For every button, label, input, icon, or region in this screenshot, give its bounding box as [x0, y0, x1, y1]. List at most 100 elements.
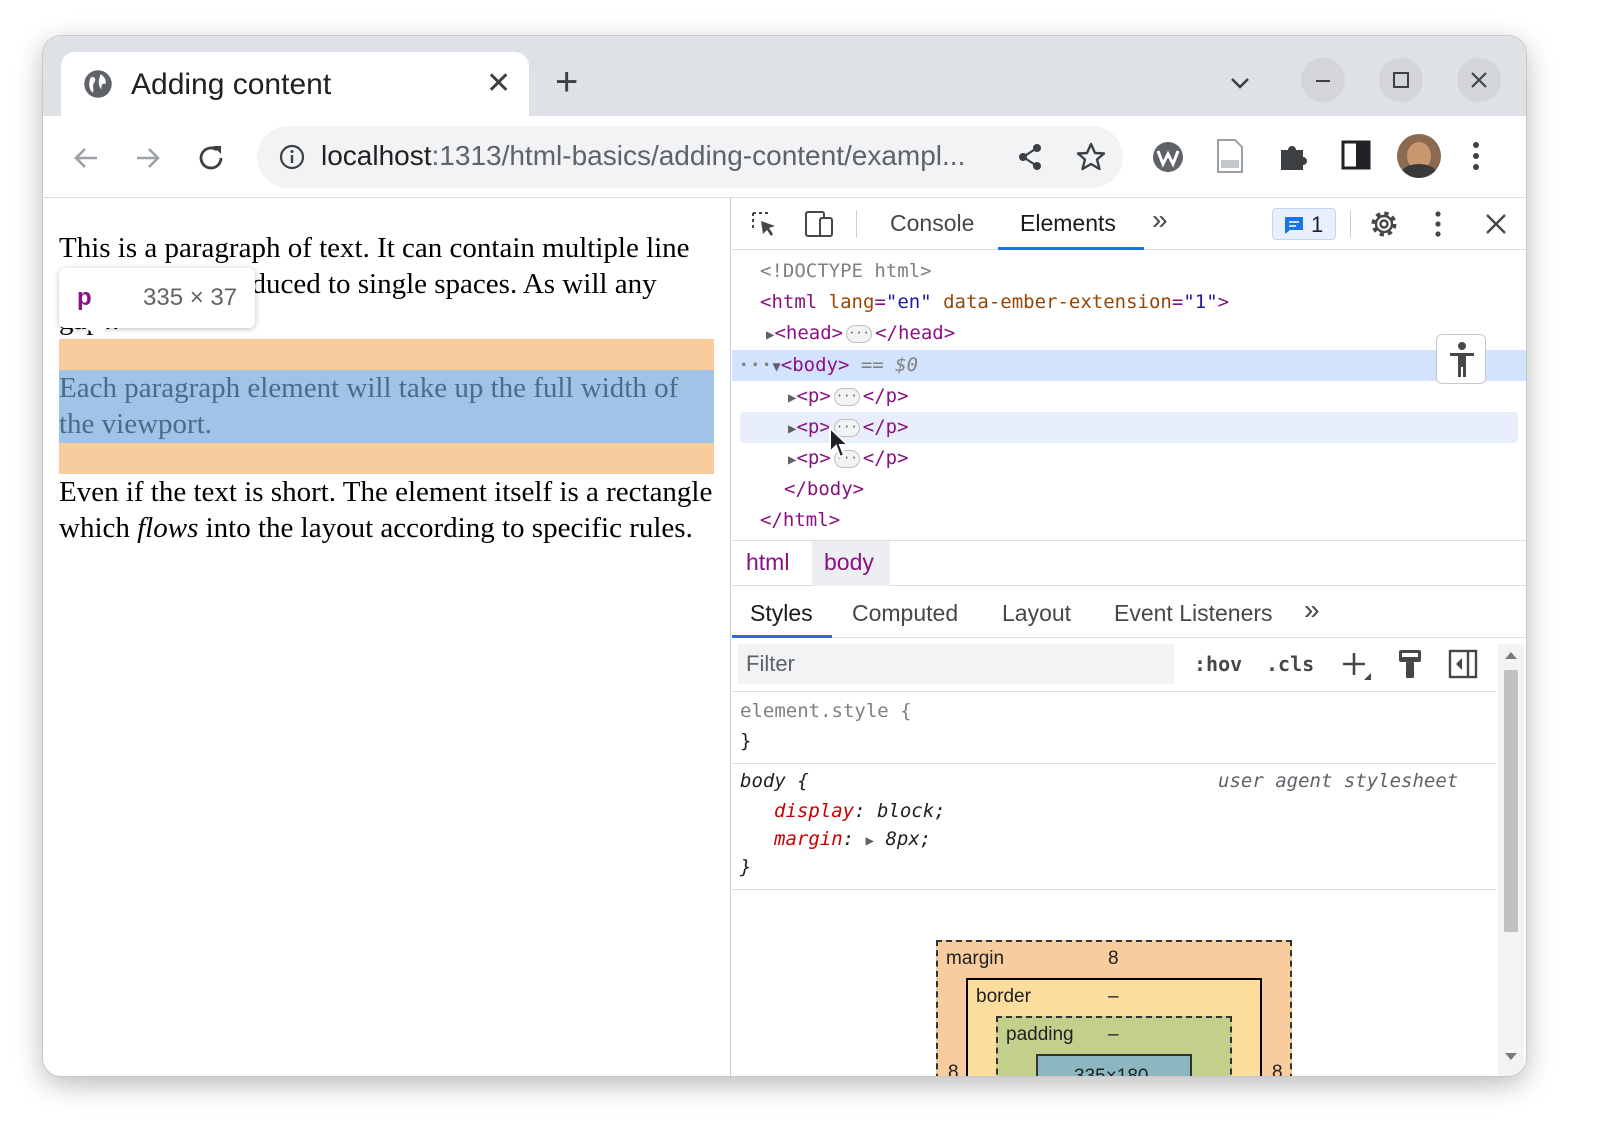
- node-actions-icon[interactable]: ···: [738, 354, 772, 376]
- tab-styles[interactable]: Styles: [750, 600, 813, 627]
- body-open-tag: <body>: [780, 354, 850, 376]
- issues-badge[interactable]: 1: [1272, 208, 1336, 240]
- attr-lang-value: "en": [885, 291, 932, 313]
- scrollbar-thumb[interactable]: [1504, 670, 1518, 932]
- scroll-up-icon[interactable]: [1504, 650, 1518, 660]
- share-icon[interactable]: [1015, 142, 1045, 172]
- dom-p-node[interactable]: ▶<p> ··· </p>: [788, 381, 909, 412]
- paragraph-2: Each paragraph element will take up the …: [59, 372, 679, 440]
- tab-layout[interactable]: Layout: [1002, 600, 1071, 627]
- document-icon[interactable]: [1215, 138, 1245, 174]
- margin-top-value[interactable]: 8: [1108, 948, 1119, 970]
- gear-icon[interactable]: [1368, 208, 1400, 240]
- device-toolbar-icon[interactable]: [802, 210, 836, 238]
- more-tabs-icon[interactable]: »: [1152, 204, 1168, 236]
- star-icon[interactable]: [1075, 141, 1107, 173]
- hov-button[interactable]: :hov: [1194, 652, 1242, 676]
- ellipsis-badge[interactable]: ···: [846, 324, 873, 343]
- info-icon[interactable]: [279, 144, 305, 170]
- extension-w-icon[interactable]: [1151, 140, 1185, 174]
- new-style-rule-icon[interactable]: [1340, 650, 1372, 682]
- reload-icon[interactable]: [195, 142, 227, 174]
- scroll-down-icon[interactable]: [1504, 1052, 1518, 1062]
- new-tab-button[interactable]: +: [555, 62, 578, 102]
- maximize-icon: [1393, 72, 1409, 88]
- toggle-sidebar-icon[interactable]: [1448, 648, 1478, 680]
- browser-window: Adding content ✕ + localhost:1313/html-b…: [43, 36, 1526, 1076]
- element-style-rule[interactable]: element.style { }: [732, 692, 1496, 764]
- close-window-button[interactable]: [1457, 58, 1501, 102]
- inspect-tooltip: p 335 × 37: [59, 268, 255, 338]
- body-selector: body {: [740, 770, 809, 792]
- tab-computed[interactable]: Computed: [852, 600, 958, 627]
- tab-event-listeners[interactable]: Event Listeners: [1114, 600, 1273, 627]
- breadcrumb-html[interactable]: html: [746, 549, 789, 576]
- tab-console[interactable]: Console: [890, 210, 974, 237]
- body-style-rule[interactable]: body { user agent stylesheet display: bl…: [732, 764, 1496, 890]
- head-open-tag: <head>: [774, 322, 844, 344]
- more-vert-icon[interactable]: [1471, 140, 1481, 172]
- devtools-menu-icon[interactable]: [1434, 210, 1442, 238]
- p-open-tag: <p>: [796, 447, 831, 469]
- minimize-button[interactable]: [1301, 58, 1345, 102]
- browser-toolbar: localhost:1313/html-basics/adding-conten…: [43, 116, 1526, 198]
- dom-html-node[interactable]: <html lang="en" data-ember-extension="1"…: [760, 287, 1229, 318]
- avatar[interactable]: [1397, 134, 1441, 178]
- dom-html-close[interactable]: </html>: [760, 505, 840, 536]
- inspect-element-icon[interactable]: [750, 210, 778, 238]
- breadcrumb-body[interactable]: body: [824, 549, 874, 576]
- tab-close-icon[interactable]: ✕: [486, 69, 511, 99]
- tab-elements[interactable]: Elements: [1020, 210, 1116, 237]
- url-host: localhost: [321, 140, 432, 171]
- expand-shorthand-icon[interactable]: ▶: [866, 833, 874, 849]
- accessibility-tree-button[interactable]: [1436, 334, 1486, 384]
- tooltip-tag: p: [77, 284, 92, 311]
- element-style-text: element.style {: [740, 700, 912, 722]
- address-bar[interactable]: localhost:1313/html-basics/adding-conten…: [257, 126, 1123, 188]
- collapse-triangle-icon[interactable]: ▼: [772, 359, 780, 375]
- dom-head-node[interactable]: ▶<head> ··· </head>: [766, 318, 955, 349]
- filter-input[interactable]: [738, 644, 1174, 684]
- padding-label: padding: [1006, 1024, 1074, 1045]
- margin-right-value[interactable]: 8: [1272, 1062, 1283, 1076]
- border-top-value[interactable]: –: [1108, 986, 1119, 1008]
- dom-body-node[interactable]: ···▼<body> == $0: [738, 350, 918, 381]
- ellipsis-badge[interactable]: ···: [833, 387, 860, 406]
- forward-arrow-icon[interactable]: [133, 143, 163, 173]
- back-arrow-icon[interactable]: [71, 143, 101, 173]
- dom-body-close[interactable]: </body>: [784, 474, 864, 505]
- body-rule-close: }: [740, 856, 752, 878]
- browser-tab[interactable]: Adding content ✕: [61, 52, 529, 116]
- border-label: border: [976, 986, 1031, 1007]
- chevron-down-icon[interactable]: [1229, 72, 1251, 94]
- side-panel-icon[interactable]: [1341, 140, 1371, 170]
- styles-subtabs: Styles Computed Layout Event Listeners »: [732, 588, 1526, 638]
- styles-scrollbar[interactable]: [1498, 644, 1524, 1076]
- colon: :: [842, 828, 855, 850]
- display-declaration[interactable]: display: block;: [774, 800, 946, 822]
- more-subtabs-icon[interactable]: »: [1304, 594, 1320, 626]
- paint-brush-icon[interactable]: [1396, 648, 1424, 680]
- margin-left-value[interactable]: 8: [948, 1062, 959, 1076]
- tooltip-size: 335 × 37: [143, 284, 238, 311]
- dom-doctype[interactable]: <!DOCTYPE html>: [760, 256, 932, 287]
- maximize-button[interactable]: [1379, 58, 1423, 102]
- content-size[interactable]: 335×180: [1074, 1066, 1149, 1076]
- head-close-tag: </head>: [875, 322, 956, 344]
- margin-declaration[interactable]: margin: ▶ 8px;: [774, 828, 931, 850]
- html-open-tag: <html: [760, 291, 818, 313]
- dom-tree: <!DOCTYPE html> <html lang="en" data-emb…: [732, 250, 1526, 540]
- padding-top-value[interactable]: –: [1108, 1024, 1119, 1046]
- message-icon: [1285, 217, 1303, 234]
- attr-ember: data-ember-extension: [943, 291, 1172, 313]
- paragraph-3-end: into the layout according to specific ru…: [198, 512, 693, 544]
- box-model-content[interactable]: 335×180: [1036, 1054, 1192, 1076]
- close-devtools-icon[interactable]: [1484, 212, 1508, 236]
- devtools-panel: Console Elements » 1 <!DOCTYPE html> <ht…: [732, 198, 1526, 1076]
- element-style-selector: element.style {: [740, 700, 912, 722]
- toolbar-separator: [1350, 210, 1351, 238]
- breadcrumb: html body: [732, 540, 1526, 586]
- paragraph-3-emphasis: flows: [137, 512, 199, 544]
- puzzle-icon[interactable]: [1277, 140, 1309, 172]
- cls-button[interactable]: .cls: [1266, 652, 1314, 676]
